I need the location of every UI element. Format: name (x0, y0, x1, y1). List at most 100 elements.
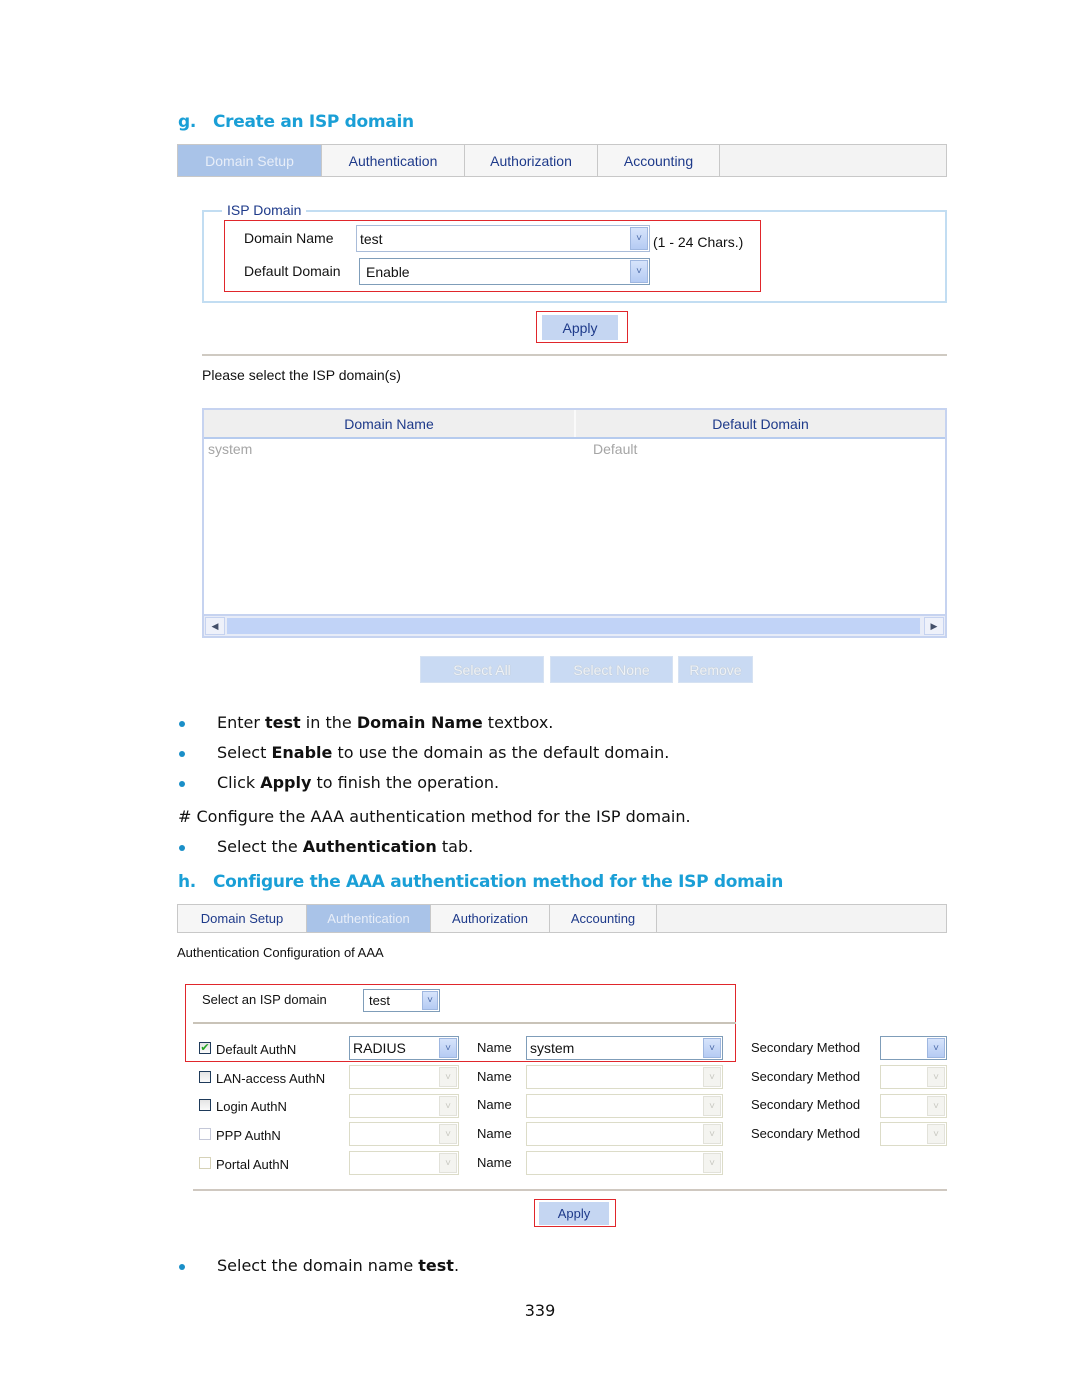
isp-domain-table: Domain Name Default Domain system Defaul… (202, 408, 947, 638)
isp-domain-legend: ISP Domain (222, 202, 307, 218)
name-label: Name (477, 1097, 512, 1112)
tab-authorization[interactable]: Authorization (431, 905, 550, 932)
portal-name-select[interactable]: ˅ (526, 1151, 723, 1175)
domain-name-label: Domain Name (244, 230, 334, 246)
select-isp-domain-label: Select an ISP domain (202, 992, 327, 1007)
tabbar-domain-setup: Domain Setup Authentication Authorizatio… (177, 144, 947, 177)
name-label: Name (477, 1069, 512, 1084)
chevron-down-icon[interactable]: ˅ (630, 227, 648, 250)
apply-button[interactable]: Apply (539, 1202, 609, 1225)
domain-name-combobox[interactable]: test ˅ (356, 225, 650, 252)
bullet-icon (179, 1264, 185, 1270)
lan-access-authn-label: LAN-access AuthN (216, 1071, 326, 1086)
chevron-down-icon[interactable]: ˅ (703, 1067, 721, 1087)
name-label: Name (477, 1126, 512, 1141)
chevron-down-icon[interactable]: ˅ (630, 260, 648, 283)
login-secondary-select[interactable]: ˅ (880, 1094, 947, 1118)
table-header: Domain Name Default Domain (204, 410, 945, 439)
login-name-select[interactable]: ˅ (526, 1094, 723, 1118)
chevron-down-icon[interactable]: ˅ (439, 1124, 457, 1144)
select-none-button[interactable]: Select None (550, 656, 673, 683)
cell-domain-name: system (208, 441, 253, 457)
chevron-down-icon[interactable]: ˅ (439, 1067, 457, 1087)
default-authn-method-select[interactable]: RADIUS ˅ (349, 1036, 459, 1060)
lan-access-method-select[interactable]: ˅ (349, 1065, 459, 1089)
tab-authentication[interactable]: Authentication (307, 905, 431, 932)
chevron-down-icon[interactable]: ˅ (703, 1124, 721, 1144)
horizontal-scrollbar[interactable]: ◀ ▶ (204, 614, 945, 636)
domain-name-hint: (1 - 24 Chars.) (653, 234, 744, 250)
chevron-down-icon[interactable]: ˅ (439, 1153, 457, 1173)
secondary-method-label: Secondary Method (751, 1040, 861, 1055)
section-h-title: Configure the AAA authentication method … (213, 872, 784, 892)
chevron-down-icon[interactable]: ˅ (703, 1153, 721, 1173)
tab-domain-setup[interactable]: Domain Setup (178, 905, 307, 932)
auth-config-title: Authentication Configuration of AAA (177, 945, 384, 960)
scroll-left-icon[interactable]: ◀ (205, 617, 225, 635)
chevron-down-icon[interactable]: ˅ (439, 1096, 457, 1116)
tab-authorization[interactable]: Authorization (465, 145, 598, 176)
chevron-down-icon[interactable]: ˅ (927, 1096, 945, 1116)
bullet-icon (179, 751, 185, 757)
portal-method-select[interactable]: ˅ (349, 1151, 459, 1175)
bullet-icon (179, 781, 185, 787)
domain-name-value: test (360, 230, 383, 247)
bullet-icon (179, 845, 185, 851)
page-number: 339 (524, 1301, 556, 1320)
ppp-secondary-select[interactable]: ˅ (880, 1122, 947, 1146)
tab-accounting[interactable]: Accounting (550, 905, 657, 932)
select-all-button[interactable]: Select All (420, 656, 544, 683)
cell-default-domain: Default (593, 441, 638, 457)
tabbar-authentication: Domain Setup Authentication Authorizatio… (177, 904, 947, 933)
divider (193, 1189, 947, 1191)
column-header-default-domain[interactable]: Default Domain (576, 410, 945, 437)
section-g-letter: g. (178, 112, 197, 132)
bullet-icon (179, 721, 185, 727)
ppp-name-select[interactable]: ˅ (526, 1122, 723, 1146)
chevron-down-icon[interactable]: ˅ (703, 1038, 721, 1058)
section-g-heading: g. Create an ISP domain (178, 112, 414, 132)
chevron-down-icon[interactable]: ˅ (422, 991, 438, 1010)
name-label: Name (477, 1040, 512, 1055)
login-authn-checkbox[interactable] (199, 1099, 211, 1111)
divider (193, 1022, 736, 1024)
scrollbar-thumb[interactable] (226, 617, 921, 635)
default-domain-select[interactable]: Enable ˅ (359, 258, 650, 285)
divider (202, 354, 947, 356)
portal-authn-label: Portal AuthN (216, 1157, 289, 1172)
section-h-heading: h. Configure the AAA authentication metho… (178, 872, 783, 892)
list-prompt: Please select the ISP domain(s) (202, 367, 401, 383)
default-domain-value: Enable (366, 263, 410, 280)
default-domain-label: Default Domain (244, 263, 341, 279)
secondary-method-label: Secondary Method (751, 1097, 861, 1112)
ppp-authn-checkbox[interactable] (199, 1128, 211, 1140)
lan-access-name-select[interactable]: ˅ (526, 1065, 723, 1089)
tab-domain-setup[interactable]: Domain Setup (178, 145, 322, 176)
name-label: Name (477, 1155, 512, 1170)
lan-access-secondary-select[interactable]: ˅ (880, 1065, 947, 1089)
lan-access-authn-checkbox[interactable] (199, 1071, 211, 1083)
secondary-method-label: Secondary Method (751, 1069, 861, 1084)
tab-authentication[interactable]: Authentication (322, 145, 465, 176)
chevron-down-icon[interactable]: ˅ (927, 1038, 945, 1058)
chevron-down-icon[interactable]: ˅ (927, 1124, 945, 1144)
section-h-letter: h. (178, 872, 196, 892)
default-authn-name-select[interactable]: system ˅ (526, 1036, 723, 1060)
tab-accounting[interactable]: Accounting (598, 145, 720, 176)
apply-button[interactable]: Apply (542, 315, 618, 340)
default-authn-secondary-select[interactable]: ˅ (880, 1036, 947, 1060)
remove-button[interactable]: Remove (678, 656, 753, 683)
chevron-down-icon[interactable]: ˅ (439, 1038, 457, 1058)
chevron-down-icon[interactable]: ˅ (703, 1096, 721, 1116)
chevron-down-icon[interactable]: ˅ (927, 1067, 945, 1087)
portal-authn-checkbox[interactable] (199, 1157, 211, 1169)
secondary-method-label: Secondary Method (751, 1126, 861, 1141)
default-authn-checkbox[interactable]: ✔ (199, 1042, 211, 1054)
select-isp-domain-dropdown[interactable]: test ˅ (363, 989, 440, 1012)
scroll-right-icon[interactable]: ▶ (924, 617, 944, 635)
login-authn-label: Login AuthN (216, 1099, 287, 1114)
instruction-comment: # Configure the AAA authentication metho… (178, 807, 691, 826)
ppp-method-select[interactable]: ˅ (349, 1122, 459, 1146)
login-method-select[interactable]: ˅ (349, 1094, 459, 1118)
column-header-domain-name[interactable]: Domain Name (204, 410, 576, 437)
